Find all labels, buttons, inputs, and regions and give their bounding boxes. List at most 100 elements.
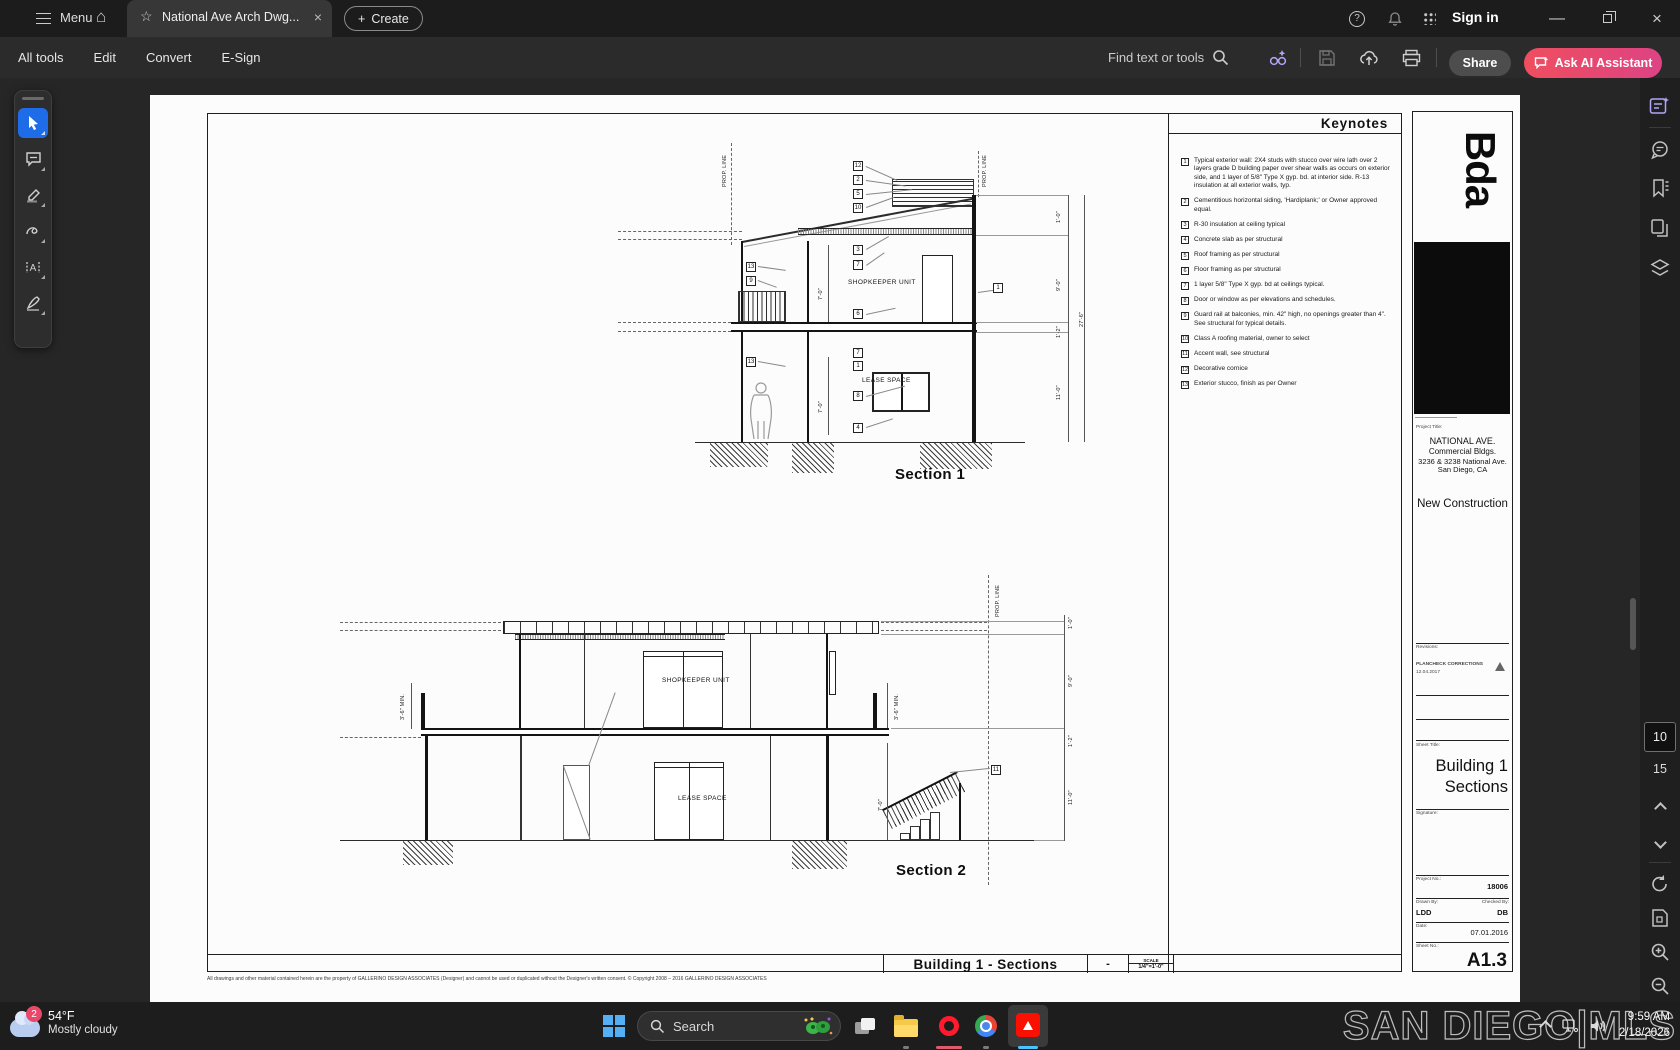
page-thumbnails-button[interactable] <box>1648 216 1672 240</box>
double-door <box>643 651 723 728</box>
ai-tools-button[interactable] <box>1266 46 1290 70</box>
share-label: Share <box>1463 56 1498 70</box>
current-page-input[interactable]: 10 <box>1644 722 1676 752</box>
guard-wall <box>873 693 877 728</box>
total-pages: 15 <box>1644 762 1676 776</box>
dimension-label: 1'-0" <box>1068 617 1074 629</box>
start-button[interactable] <box>603 1015 625 1037</box>
dim-extension <box>881 634 1064 635</box>
windows-taskbar: 2 54°F Mostly cloudy Search <box>0 1002 1680 1050</box>
zoom-out-button[interactable] <box>1648 974 1672 998</box>
rule <box>1416 643 1509 644</box>
photo-caption-line <box>1415 417 1457 418</box>
checked-by-label: Checked By: <box>1482 900 1509 905</box>
dim-line <box>887 743 888 840</box>
opera-button[interactable] <box>936 1013 962 1039</box>
running-indicator <box>903 1046 909 1049</box>
comment-tool-button[interactable] <box>18 144 48 174</box>
file-explorer-button[interactable] <box>893 1013 919 1039</box>
comments-panel-button[interactable] <box>1648 138 1672 162</box>
palette-drag-handle[interactable] <box>22 97 44 100</box>
ai-assistant-panel-button[interactable] <box>1648 94 1672 118</box>
revisions-label: Revisions: <box>1416 645 1438 650</box>
keynote-number: 2 <box>1181 198 1189 206</box>
previous-page-button[interactable] <box>1648 796 1672 820</box>
toolbar-menu-item[interactable]: Convert <box>146 50 192 65</box>
toolbar-menu-item[interactable]: Edit <box>94 50 116 65</box>
firm-logo: Bda <box>1453 117 1508 221</box>
hamburger-menu-icon[interactable] <box>36 13 51 24</box>
notifications-button[interactable] <box>1378 0 1412 37</box>
tray-chevron-up-icon[interactable] <box>1539 1020 1552 1033</box>
project-no-label: Project No.: <box>1416 877 1441 882</box>
revision-date: 12.04.2017 <box>1416 670 1440 675</box>
next-page-button[interactable] <box>1648 830 1672 854</box>
keynote-text: 1 layer 5/8" Type X gyp. bd at ceilings … <box>1194 281 1324 290</box>
toolbar-menu-item[interactable]: E-Sign <box>221 50 260 65</box>
revision-delta-icon <box>1495 662 1505 671</box>
clock[interactable]: 9:59 AM 2/18/2026 <box>1619 1010 1670 1041</box>
rotate-page-button[interactable] <box>1648 872 1672 896</box>
lasso-draw-icon <box>25 224 42 238</box>
bookmarks-panel-button[interactable] <box>1648 176 1672 200</box>
home-icon[interactable]: ⌂ <box>96 7 106 27</box>
print-button[interactable] <box>1399 46 1423 70</box>
acrobat-button[interactable] <box>1008 1005 1048 1047</box>
narrow-window <box>829 651 836 695</box>
rail-divider <box>1649 862 1671 863</box>
chevron-down-icon <box>1654 836 1667 849</box>
document-tab[interactable]: ☆ National Ave Arch Dwg... × <box>127 0 332 37</box>
share-button[interactable]: Share <box>1449 50 1511 76</box>
search-icon <box>1212 49 1229 66</box>
apps-grid-button[interactable] <box>1412 0 1446 37</box>
sign-in-button[interactable]: Sign in <box>1452 9 1499 25</box>
zoom-in-button[interactable] <box>1648 940 1672 964</box>
dashed-level-line <box>618 322 731 323</box>
select-tool-button[interactable] <box>18 108 48 138</box>
keynote-item: 3 R-30 insulation at ceiling typical <box>1181 221 1394 230</box>
scale-value: 1/4"=1'-0" <box>1138 964 1163 971</box>
menu-button[interactable]: Menu <box>60 10 93 25</box>
sign-tool-button[interactable] <box>18 288 48 318</box>
dim-line <box>887 683 888 729</box>
footer-dash-cell: - <box>1087 955 1128 973</box>
keynote-marker: 7 <box>853 348 863 358</box>
dimension-label: 9'-0" <box>1056 279 1062 291</box>
create-button[interactable]: + Create <box>344 6 423 31</box>
keynote-marker: 8 <box>853 391 863 401</box>
help-button[interactable]: ? <box>1340 0 1374 37</box>
plus-icon: + <box>358 12 365 26</box>
tray-device-icon[interactable] <box>1562 1019 1578 1033</box>
restore-button[interactable] <box>1590 0 1624 37</box>
toolbar-menu-item[interactable]: All tools <box>18 50 64 65</box>
start-logo-pane <box>615 1015 625 1025</box>
highlighter-tool-button[interactable] <box>18 180 48 210</box>
rail-divider <box>1649 127 1671 128</box>
document-viewport[interactable]: SHOPKEEPER UNIT LEASE SPACE 122510371391… <box>0 78 1680 1002</box>
taskbar-search[interactable]: Search <box>637 1011 841 1041</box>
scale-cell: SCALE 1/4"=1'-0" <box>1128 955 1173 973</box>
vertical-scrollbar-thumb[interactable] <box>1630 598 1636 650</box>
apps-grid-icon <box>1423 12 1436 25</box>
comment-icon <box>25 151 42 167</box>
chrome-button[interactable] <box>973 1013 999 1039</box>
find-text-control[interactable]: Find text or tools <box>1108 37 1229 78</box>
dimension-label: 3'-6" MIN. <box>400 694 406 720</box>
weather-widget[interactable]: 2 54°F Mostly cloudy <box>10 1007 118 1037</box>
star-icon[interactable]: ☆ <box>140 8 153 25</box>
ask-ai-assistant-button[interactable]: Ask AI Assistant <box>1524 48 1662 78</box>
draw-tool-button[interactable] <box>18 216 48 246</box>
task-view-button[interactable] <box>852 1013 878 1039</box>
fit-page-button[interactable] <box>1648 906 1672 930</box>
dim-extension <box>881 621 1064 622</box>
close-tab-icon[interactable]: × <box>314 9 322 25</box>
upload-cloud-button[interactable] <box>1357 46 1381 70</box>
text-select-tool-button[interactable]: A <box>18 252 48 282</box>
speaker-icon[interactable] <box>1590 1019 1607 1033</box>
minimize-button[interactable]: — <box>1540 0 1574 37</box>
stair-post <box>959 783 961 840</box>
close-window-button[interactable]: × <box>1640 0 1674 37</box>
keynote-item: 6 Floor framing as per structural <box>1181 266 1394 275</box>
ai-chat-icon <box>1534 56 1549 70</box>
layers-panel-button[interactable] <box>1648 256 1672 280</box>
